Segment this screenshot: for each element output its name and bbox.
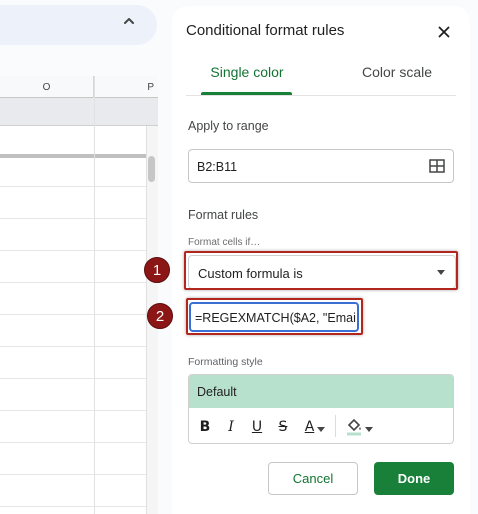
highlight-box-1	[184, 251, 458, 290]
row-divider	[0, 218, 148, 219]
paint-bucket-icon	[347, 418, 361, 436]
italic-icon[interactable]: I	[223, 417, 239, 437]
range-value: B2:B11	[197, 160, 238, 174]
collapse-toolbar-button[interactable]	[118, 10, 140, 32]
formatting-style-box: Default B I U S A	[188, 374, 454, 444]
column-header-o[interactable]: O	[0, 76, 94, 98]
row-divider	[0, 314, 148, 315]
row-divider	[0, 186, 148, 187]
style-preview-label: Default	[197, 385, 237, 399]
conditional-format-panel: Conditional format rules Single color Co…	[172, 6, 470, 514]
sheet-top-area	[0, 0, 170, 48]
row-divider	[0, 282, 148, 283]
chevron-up-icon	[124, 18, 134, 24]
condition-label: Format cells if…	[188, 237, 261, 248]
scrollbar-thumb[interactable]	[148, 156, 155, 182]
formatting-style-label: Formatting style	[188, 356, 263, 368]
text-color-icon[interactable]: A	[301, 417, 329, 437]
bold-icon[interactable]: B	[197, 417, 213, 437]
highlight-box-2	[186, 298, 363, 335]
panel-title: Conditional format rules	[186, 22, 345, 39]
strikethrough-icon[interactable]: S	[275, 417, 291, 437]
tab-label: Color scale	[361, 64, 433, 80]
row-divider	[0, 346, 148, 347]
apply-to-range-label: Apply to range	[188, 119, 269, 133]
toolbar-separator	[335, 415, 336, 437]
column-headers: O P	[0, 76, 158, 98]
done-button[interactable]: Done	[374, 462, 454, 495]
fill-color-icon[interactable]	[343, 417, 375, 437]
step-badge-2: 2	[147, 303, 173, 329]
style-toolbar: B I U S A	[189, 408, 453, 443]
step-badge-1: 1	[144, 257, 170, 283]
close-icon	[438, 26, 450, 38]
spreadsheet-grid[interactable]: O P	[0, 76, 158, 514]
column-divider	[94, 76, 95, 514]
row-divider	[0, 378, 148, 379]
close-panel-button[interactable]	[434, 22, 454, 42]
underline-icon[interactable]: U	[249, 417, 265, 437]
format-rules-label: Format rules	[188, 208, 259, 222]
style-preset-dropdown[interactable]: Default	[189, 375, 453, 408]
frozen-header-row	[0, 98, 158, 126]
tabs-divider	[186, 95, 456, 96]
row-divider	[0, 410, 148, 411]
select-range-grid-icon[interactable]	[429, 159, 445, 173]
row-divider	[0, 250, 148, 251]
tab-label: Single color	[210, 64, 284, 80]
column-header-p[interactable]: P	[94, 76, 158, 98]
freeze-divider[interactable]	[0, 154, 148, 158]
cancel-button[interactable]: Cancel	[268, 462, 358, 495]
range-input[interactable]: B2:B11	[188, 149, 454, 183]
row-divider	[0, 442, 148, 443]
row-divider	[0, 506, 148, 507]
caret-down-icon	[365, 427, 373, 432]
row-divider	[0, 474, 148, 475]
caret-down-icon	[317, 427, 326, 432]
